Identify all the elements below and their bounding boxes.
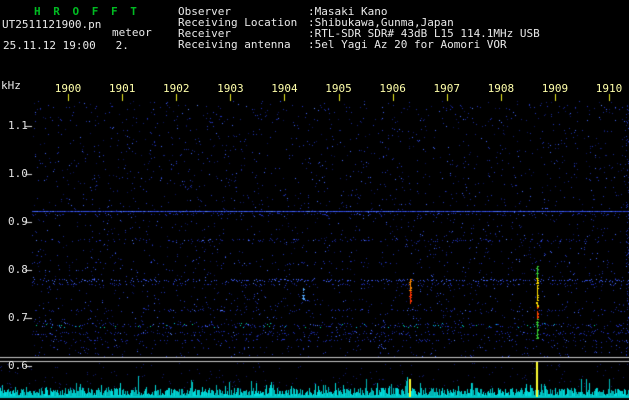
time-tick-label: 1902 bbox=[163, 82, 190, 95]
time-tick-label: 1904 bbox=[271, 82, 298, 95]
freq-unit-label: kHz bbox=[1, 79, 21, 92]
time-tick-label: 1908 bbox=[487, 82, 515, 95]
freq-tick-label: 0.7 bbox=[8, 311, 28, 324]
time-tick-label: 1901 bbox=[108, 82, 136, 95]
freq-tick-label: 0.8 bbox=[8, 263, 28, 276]
freq-tick-label: 1.1 bbox=[8, 119, 28, 132]
file-name-label: UT2511121900.pn bbox=[2, 18, 102, 31]
time-tick-label: 1905 bbox=[325, 82, 352, 95]
time-tick-label: 1900 bbox=[54, 82, 82, 95]
mode-label: meteor bbox=[112, 26, 152, 39]
time-tick-label: 1910 bbox=[595, 82, 623, 95]
info-label-antenna: Receiving antenna bbox=[178, 38, 291, 51]
freq-tick-label: 1.0 bbox=[8, 167, 28, 180]
time-tick-label: 1906 bbox=[379, 82, 406, 95]
time-tick-label: 1909 bbox=[541, 82, 569, 95]
time-tick-label: 1907 bbox=[433, 82, 461, 95]
datetime-label: 25.11.12 19:00 2. bbox=[3, 39, 129, 52]
hrofft-window: H R O F F T UT2511121900.pn meteor 25.11… bbox=[0, 0, 629, 400]
app-title: H R O F F T bbox=[34, 5, 140, 18]
info-value-antenna: :5el Yagi Az 20 for Aomori VOR bbox=[308, 38, 507, 51]
spectrogram-canvas bbox=[0, 0, 629, 400]
freq-tick-label: 0.6 bbox=[8, 359, 28, 372]
freq-tick-label: 0.9 bbox=[8, 215, 28, 228]
time-tick-label: 1903 bbox=[217, 82, 244, 95]
